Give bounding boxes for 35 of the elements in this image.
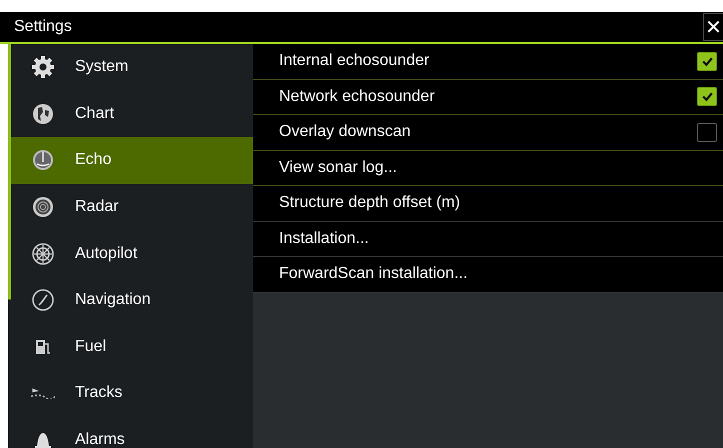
option-label: ForwardScan installation... [279, 265, 468, 284]
sidebar-item[interactable]: Tracks [11, 370, 253, 417]
radar-icon [31, 195, 55, 220]
wheel-icon [31, 242, 55, 266]
sidebar-item[interactable]: Radar [11, 184, 253, 230]
sidebar-item[interactable]: System [11, 44, 253, 91]
option-row[interactable]: Structure depth offset (m) [253, 186, 723, 222]
option-row[interactable]: Installation... [253, 222, 723, 257]
option-row[interactable]: Network echosounder [253, 80, 723, 115]
option-row[interactable]: Internal echosounder [253, 44, 723, 80]
option-row[interactable]: Overlay downscan [253, 115, 723, 150]
echo-icon [31, 148, 55, 172]
option-label: Installation... [279, 230, 369, 248]
option-label: Overlay downscan [279, 123, 411, 142]
option-label: Internal echosounder [279, 52, 430, 70]
checkbox[interactable] [697, 122, 717, 142]
option-label: View sonar log... [279, 158, 397, 177]
sidebar-item[interactable]: Fuel [11, 324, 253, 370]
sidebar-item[interactable]: Navigation [11, 276, 253, 324]
close-button[interactable]: ✕ [703, 13, 723, 41]
option-row[interactable]: View sonar log... [253, 150, 723, 186]
sidebar-item[interactable]: Chart [11, 90, 253, 138]
compass-icon [31, 288, 55, 312]
option-label: Structure depth offset (m) [279, 194, 460, 212]
sidebar-item[interactable]: Alarms [11, 416, 253, 448]
gear-icon [31, 55, 55, 80]
sidebar-item[interactable]: Echo [11, 137, 253, 184]
track-icon [31, 387, 55, 400]
window-title: Settings [14, 18, 72, 36]
option-label: Network echosounder [279, 88, 435, 106]
checkbox[interactable] [697, 52, 717, 71]
sidebar-item[interactable]: Autopilot [11, 230, 253, 277]
globe-icon [31, 102, 55, 126]
check-icon [700, 90, 714, 104]
checkbox[interactable] [697, 87, 717, 106]
